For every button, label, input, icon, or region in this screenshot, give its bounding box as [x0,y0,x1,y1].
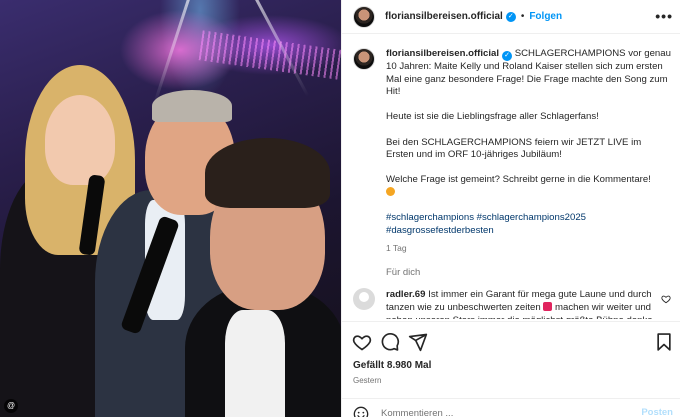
follow-button[interactable]: Folgen [529,11,562,22]
comment-username[interactable]: radler.69 [386,289,425,300]
verified-icon: ✓ [502,51,513,61]
smile-emoji-icon [386,186,395,196]
post-date: Gestern [353,376,382,385]
comment-like-icon[interactable] [661,294,671,304]
post-sidebar: floriansilbereisen.official ✓ • Folgen •… [341,0,680,417]
person-shirt [225,310,285,417]
add-comment-bar: Posten [342,398,680,417]
post-photo[interactable]: @ [0,0,341,417]
caption-paragraph: Bei den SCHLAGERCHAMPIONS feiern wir JET… [386,136,644,161]
caption-area: floriansilbereisen.official ✓ SCHLAGERCHA… [342,34,680,319]
post-comment-button[interactable]: Posten [641,407,673,417]
heart-icon[interactable] [352,332,372,352]
avatar[interactable] [353,5,375,28]
comment-text: radler.69 Ist immer ein Garant für mega … [386,288,661,319]
separator-dot: • [520,11,525,22]
comment-icon[interactable] [380,332,400,352]
more-icon[interactable]: ••• [655,8,673,24]
verified-icon: ✓ [505,11,516,22]
post-header: floriansilbereisen.official ✓ • Folgen •… [342,0,680,34]
heart-eyes-emoji-icon [543,302,553,311]
caption-paragraph: Heute ist sie die Lieblingsfrage aller S… [386,111,599,123]
share-icon[interactable] [408,332,428,352]
header-username[interactable]: floriansilbereisen.official [385,11,503,22]
actions-panel: Gefällt 8.980 Mal Gestern Posten [342,321,680,417]
caption-text: floriansilbereisen.official ✓ SCHLAGERCHA… [386,48,671,267]
likes-count[interactable]: Gefällt 8.980 Mal [353,360,431,371]
action-icons [352,332,674,352]
post-age: 1 Tag [386,242,407,253]
caption-avatar[interactable] [353,48,375,70]
smiley-icon[interactable] [353,406,369,417]
hashtags[interactable]: #schlagerchampions #schlagerchampions202… [386,212,671,237]
comment-input[interactable] [381,408,611,417]
person-hair [205,138,330,208]
caption-username[interactable]: floriansilbereisen.official [386,48,499,59]
user-tag-icon[interactable]: @ [4,399,18,413]
person-hair [152,90,232,122]
bookmark-icon[interactable] [654,332,674,352]
caption-paragraph: Welche Frage ist gemeint? Schreibt gerne… [386,174,651,186]
comment-avatar[interactable] [353,288,375,310]
person-face [45,95,115,185]
for-you-label[interactable]: Für dich [386,267,420,278]
